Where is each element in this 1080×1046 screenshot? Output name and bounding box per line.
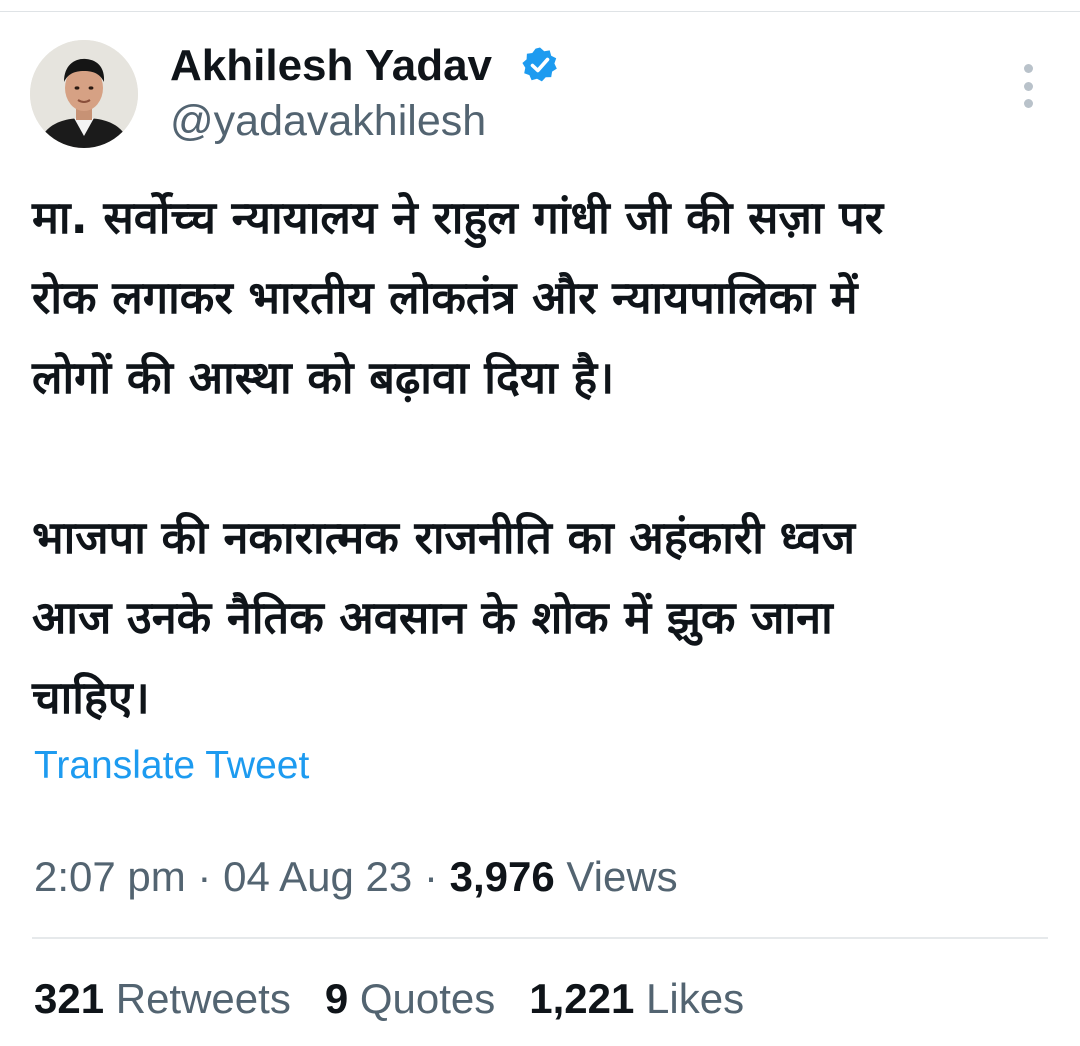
retweets-label: Retweets (104, 975, 291, 1022)
user-handle[interactable]: @yadavakhilesh (170, 94, 486, 148)
views-count: 3,976 (449, 853, 555, 900)
stats-divider (32, 937, 1048, 939)
tweet-text: मा. सर्वोच्च न्यायालय ने राहुल गांधी जी … (32, 191, 884, 724)
display-name[interactable]: Akhilesh Yadav (170, 38, 492, 94)
avatar[interactable] (30, 40, 138, 148)
tweet-time[interactable]: 2:07 pm (34, 853, 186, 900)
more-dot (1023, 64, 1033, 73)
more-dot (1023, 99, 1033, 108)
quotes-count: 9 (324, 975, 349, 1022)
tweet-meta: 2:07 pm · 04 Aug 23 · 3,976 Views (34, 848, 678, 906)
meta-separator: · (185, 853, 224, 900)
tweet-date[interactable]: 04 Aug 23 (223, 853, 412, 900)
profile-photo-icon (30, 40, 138, 148)
retweets-count: 321 (34, 975, 105, 1022)
verified-badge-icon (522, 47, 557, 82)
views-label: Views (554, 853, 678, 900)
top-divider (0, 0, 1080, 12)
more-dot (1023, 81, 1033, 91)
quotes-label: Quotes (348, 975, 496, 1022)
quotes-stat[interactable]: 9 Quotes (325, 970, 495, 1028)
likes-count: 1,221 (529, 975, 635, 1022)
more-options-icon[interactable] (1008, 64, 1048, 108)
likes-stat[interactable]: 1,221 Likes (529, 970, 744, 1028)
likes-label: Likes (634, 975, 745, 1022)
engagement-stats: 321 Retweets 9 Quotes 1,221 Likes (34, 970, 778, 1028)
translate-tweet-link[interactable]: Translate Tweet (34, 740, 309, 792)
meta-separator: · (412, 853, 450, 900)
retweets-stat[interactable]: 321 Retweets (34, 970, 291, 1028)
